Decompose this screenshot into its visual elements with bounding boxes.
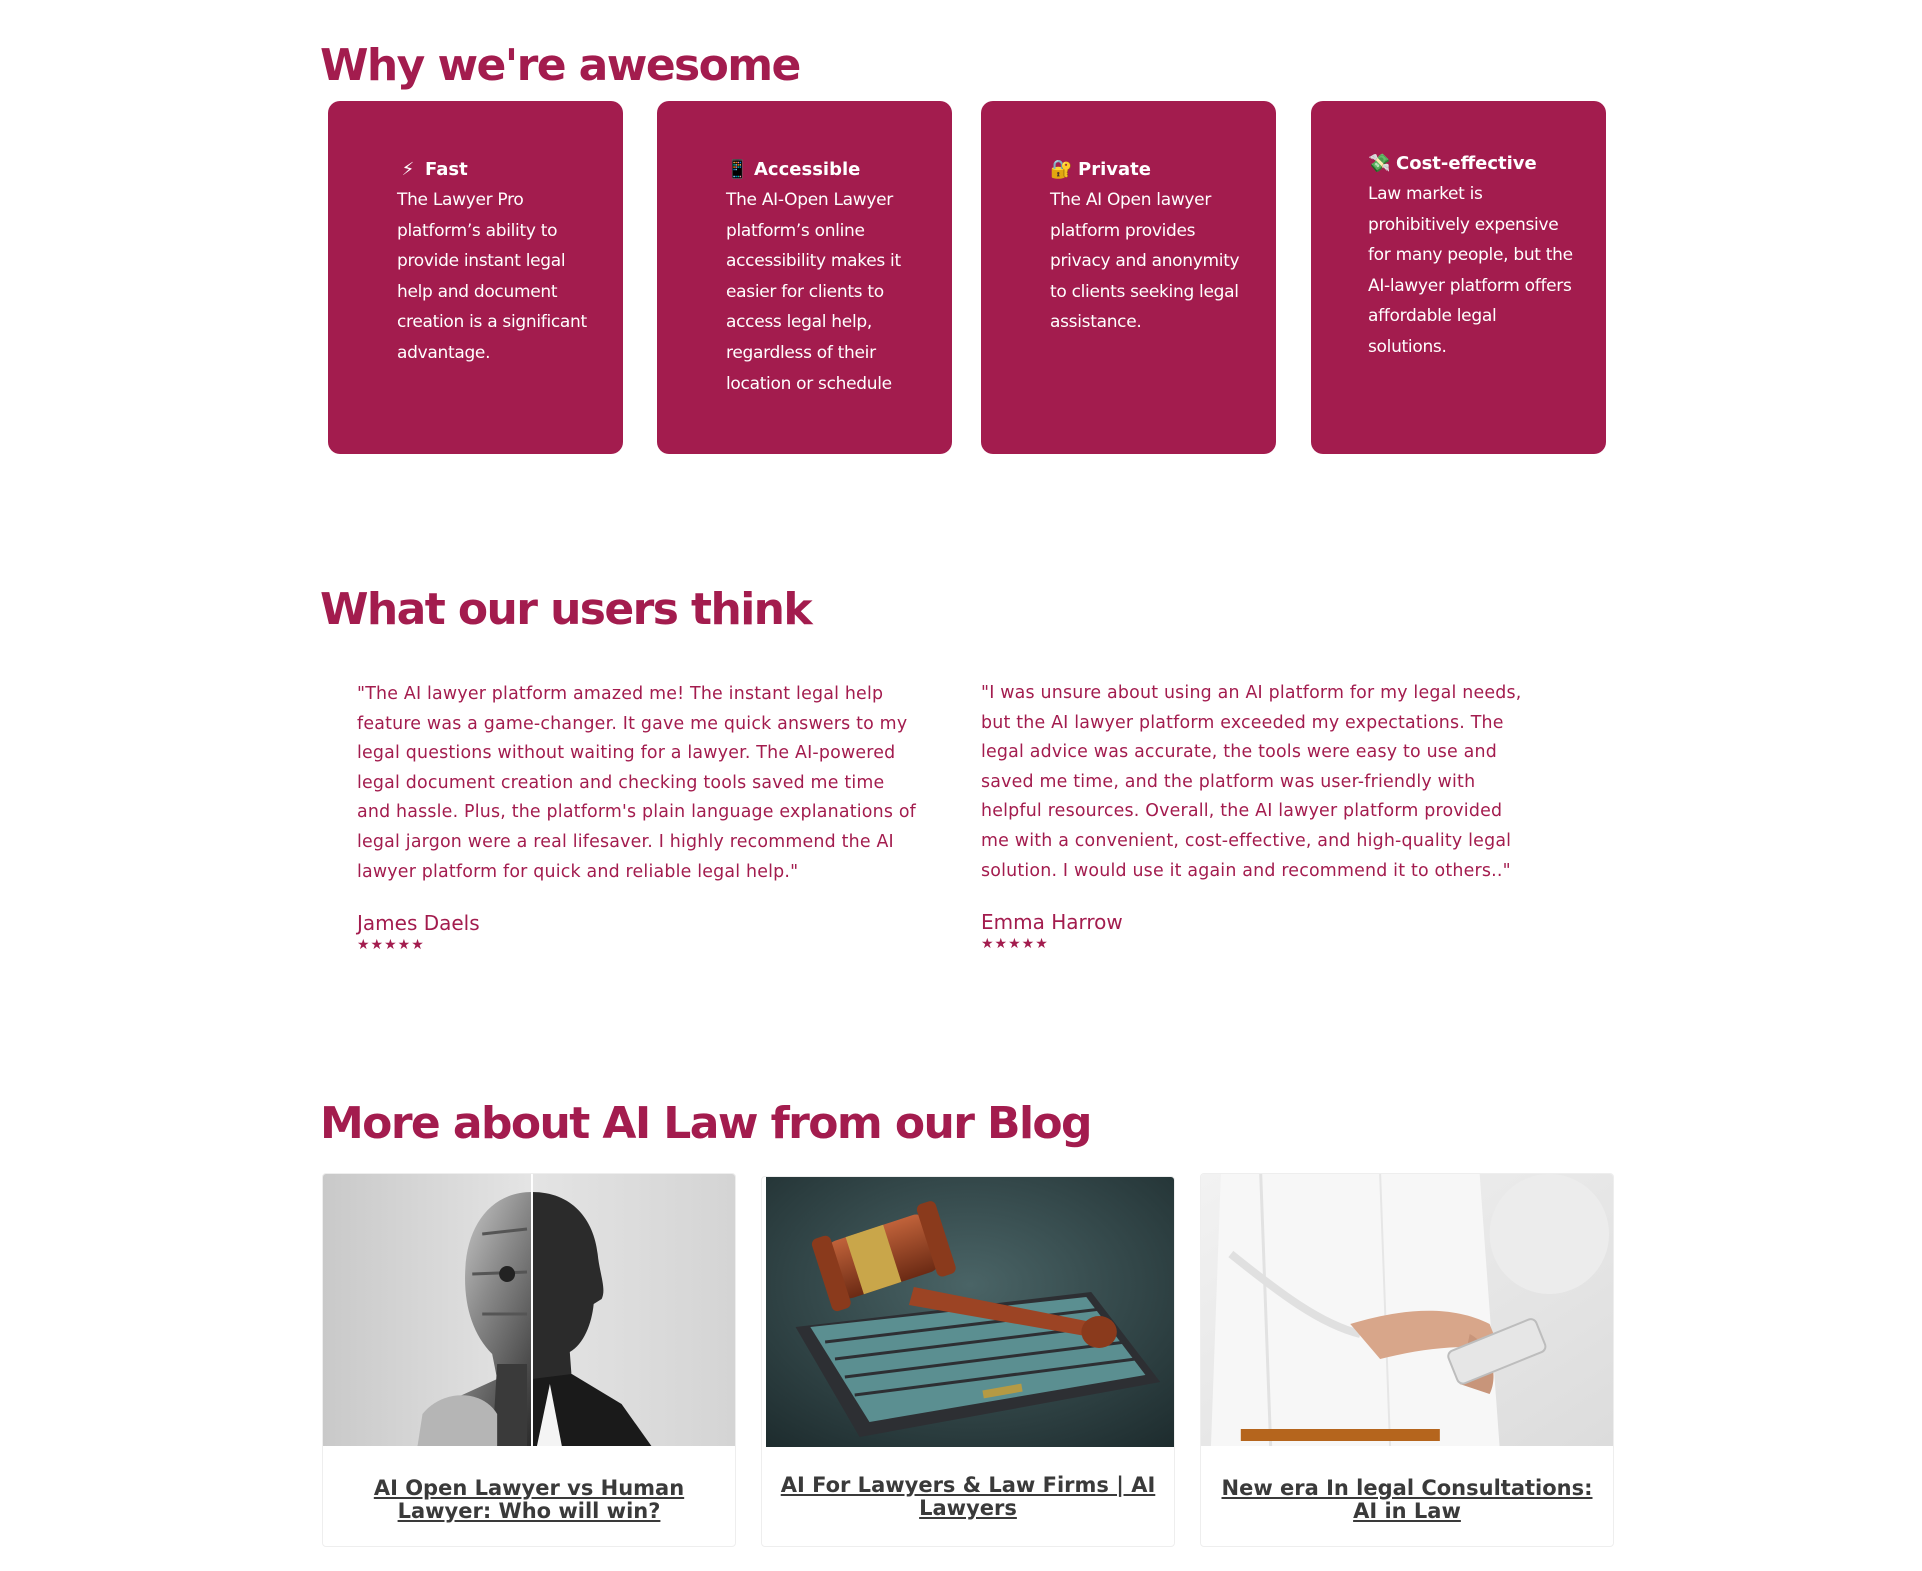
blog-post-link[interactable]: New era In legal Consultations: AI in La… (1213, 1477, 1601, 1523)
blog-post-link[interactable]: AI Open Lawyer vs Human Lawyer: Who will… (335, 1477, 723, 1523)
testimonial-author: James Daels (357, 911, 480, 936)
money-wings-icon: 💸 (1368, 153, 1391, 174)
blog-card[interactable]: AI For Lawyers & Law Firms | AI Lawyers (761, 1176, 1175, 1547)
feature-card-private: 🔐 Private The AI Open lawyer platform pr… (981, 101, 1276, 454)
testimonial-card: "The AI lawyer platform amazed me! The i… (357, 680, 917, 953)
feature-title: Cost-effective (1396, 153, 1537, 174)
blog-image-robot-vs-human[interactable] (323, 1174, 735, 1446)
testimonials-section-title: What our users think (320, 584, 813, 635)
feature-card-fast: ⚡ Fast The Lawyer Pro platform’s ability… (328, 101, 623, 454)
feature-title: Accessible (754, 159, 861, 180)
feature-text: The Lawyer Pro platform’s ability to pro… (397, 190, 587, 363)
feature-title: Fast (425, 159, 468, 180)
lock-icon: 🔐 (1050, 159, 1073, 180)
testimonial-card: "I was unsure about using an AI platform… (981, 679, 1526, 952)
blog-card[interactable]: New era In legal Consultations: AI in La… (1200, 1173, 1614, 1547)
mobile-phone-icon: 📱 (726, 159, 749, 180)
feature-text: Law market is prohibitively expensive fo… (1368, 184, 1573, 357)
feature-card-accessible: 📱 Accessible The AI-Open Lawyer platform… (657, 101, 952, 454)
blog-post-link[interactable]: AI For Lawyers & Law Firms | AI Lawyers (774, 1474, 1162, 1520)
blog-card[interactable]: AI Open Lawyer vs Human Lawyer: Who will… (322, 1173, 736, 1547)
testimonial-quote: "I was unsure about using an AI platform… (981, 683, 1522, 881)
feature-card-cost-effective: 💸 Cost-effective Law market is prohibiti… (1311, 101, 1606, 454)
blog-image-person-phone[interactable] (1201, 1174, 1613, 1446)
star-rating-icon: ★★★★★ (981, 936, 1049, 953)
why-section-title: Why we're awesome (320, 40, 801, 91)
blog-section-title: More about AI Law from our Blog (320, 1098, 1093, 1149)
feature-text: The AI Open lawyer platform provides pri… (1050, 190, 1240, 333)
feature-title: Private (1078, 159, 1151, 180)
blog-image-gavel-keyboard[interactable] (766, 1177, 1174, 1447)
testimonial-author: Emma Harrow (981, 910, 1123, 935)
lightning-icon: ⚡ (401, 159, 415, 180)
testimonial-quote: "The AI lawyer platform amazed me! The i… (357, 684, 916, 882)
feature-text: The AI-Open Lawyer platform’s online acc… (726, 190, 901, 394)
star-rating-icon: ★★★★★ (357, 937, 425, 954)
